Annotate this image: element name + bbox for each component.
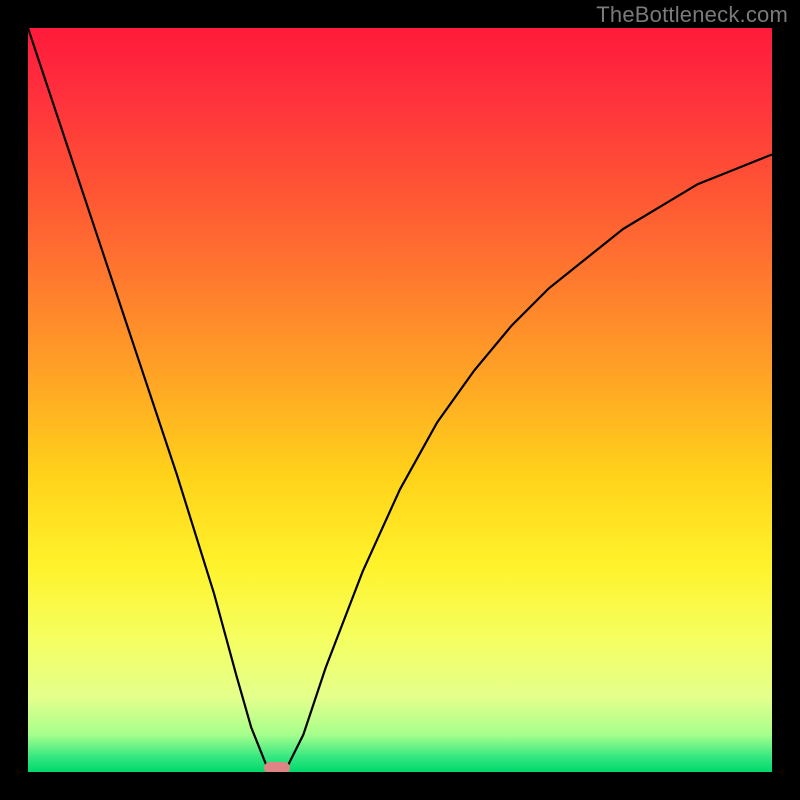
plot-area	[28, 28, 772, 772]
chart-frame: TheBottleneck.com	[0, 0, 800, 800]
optimal-point-marker	[264, 762, 290, 772]
curve-line	[28, 28, 772, 772]
watermark-text: TheBottleneck.com	[596, 2, 788, 28]
bottleneck-curve	[28, 28, 772, 772]
